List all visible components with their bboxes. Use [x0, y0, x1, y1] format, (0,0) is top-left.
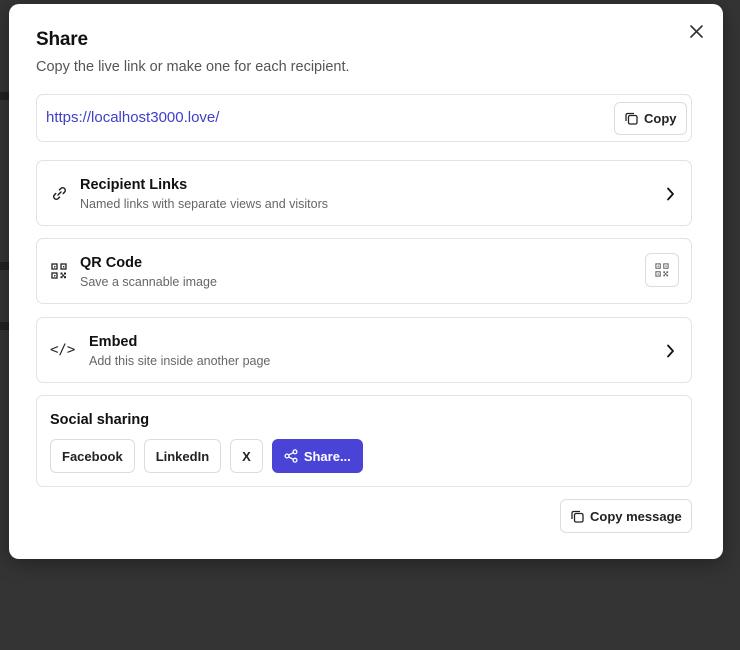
linkedin-share-button[interactable]: LinkedIn: [143, 439, 222, 473]
share-icon: [284, 449, 298, 463]
social-sharing-title: Social sharing: [50, 412, 150, 428]
qr-code-description: Save a scannable image: [80, 275, 217, 289]
embed-description: Add this site inside another page: [89, 354, 271, 368]
native-share-button[interactable]: Share...: [271, 439, 363, 473]
qr-code-icon: [655, 263, 669, 277]
qr-code-option[interactable]: QR Code Save a scannable image: [36, 238, 692, 304]
native-share-label: Share...: [303, 448, 351, 464]
copy-link-button[interactable]: Copy: [614, 102, 687, 135]
chevron-right-icon: [663, 342, 677, 360]
chevron-right-icon: [663, 185, 677, 203]
recipient-links-title: Recipient Links: [80, 177, 188, 193]
social-buttons: Facebook LinkedIn X Share...: [50, 439, 363, 473]
embed-option[interactable]: </> Embed Add this site inside another p…: [36, 317, 692, 383]
close-icon: [689, 24, 703, 38]
dialog-subtitle: Copy the live link or make one for each …: [36, 59, 350, 75]
close-button[interactable]: [685, 20, 707, 42]
qr-code-title: QR Code: [80, 255, 143, 271]
copy-link-label: Copy: [644, 111, 677, 126]
link-icon: [50, 184, 68, 202]
code-icon: </>: [50, 342, 76, 358]
facebook-share-button[interactable]: Facebook: [50, 439, 135, 473]
dialog-title: Share: [36, 29, 88, 50]
qr-code-button[interactable]: [645, 253, 679, 287]
share-url-card: https://localhost3000.love/ Copy: [36, 94, 692, 142]
social-sharing-card: Social sharing Facebook LinkedIn X Share…: [36, 395, 692, 487]
copy-icon: [625, 112, 638, 125]
qr-code-icon: [50, 262, 68, 280]
share-url[interactable]: https://localhost3000.love/: [46, 109, 219, 126]
recipient-links-option[interactable]: Recipient Links Named links with separat…: [36, 160, 692, 226]
copy-message-button[interactable]: Copy message: [560, 499, 692, 533]
x-share-button[interactable]: X: [230, 439, 263, 473]
embed-title: Embed: [89, 334, 138, 350]
recipient-links-description: Named links with separate views and visi…: [80, 197, 329, 211]
copy-icon: [571, 510, 584, 523]
share-dialog: Share Copy the live link or make one for…: [9, 4, 723, 559]
copy-message-label: Copy message: [590, 508, 682, 524]
